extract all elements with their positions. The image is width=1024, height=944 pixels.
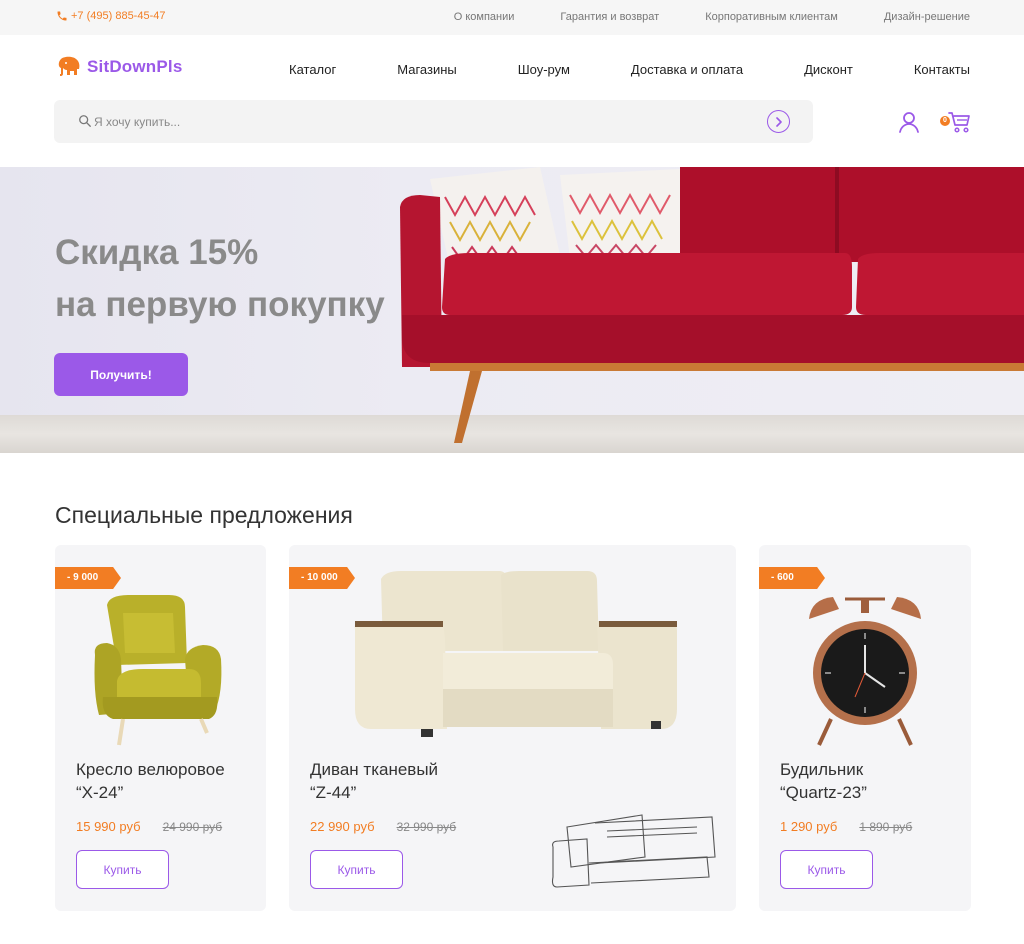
top-link-warranty[interactable]: Гарантия и возврат <box>560 11 659 23</box>
cart-button[interactable]: 0 <box>940 110 972 136</box>
top-link-design[interactable]: Дизайн-решение <box>884 11 970 23</box>
price-old: 32 990 руб <box>396 820 457 834</box>
search-bar <box>54 100 813 143</box>
price-current: 15 990 руб <box>76 819 141 834</box>
hero-title-line1: Скидка 15% <box>55 233 259 272</box>
product-card-alarm-clock[interactable]: - 600 Будильник “Quartz-23” 1 290 руб 1 … <box>759 545 971 911</box>
product-name: Диван тканевый “Z-44” <box>310 758 438 804</box>
price-current: 1 290 руб <box>780 819 838 834</box>
product-prices: 15 990 руб 24 990 руб <box>76 819 222 834</box>
hero-banner: Скидка 15% на первую покупку Получить! <box>0 167 1024 453</box>
product-card-sofa[interactable]: - 10 000 Диван тканевый “Z-44” 22 990 ру… <box>289 545 736 911</box>
phone-icon <box>57 11 67 21</box>
main-nav: Каталог Магазины Шоу-рум Доставка и опла… <box>289 62 970 77</box>
product-prices: 1 290 руб 1 890 руб <box>780 819 912 834</box>
product-name-line2: “Quartz-23” <box>780 783 867 802</box>
sofa-bed-scheme <box>551 814 716 888</box>
top-link-corporate[interactable]: Корпоративным клиентам <box>705 11 838 23</box>
product-name-line1: Диван тканевый <box>310 760 439 779</box>
product-name-line1: Кресло велюровое <box>76 760 225 779</box>
product-name-line2: “Z-44” <box>310 783 357 802</box>
cart-icon <box>948 112 970 133</box>
product-name: Будильник “Quartz-23” <box>780 758 867 804</box>
elephant-logo-icon <box>58 56 80 76</box>
logo-text: SitDownPls <box>87 57 183 76</box>
buy-button[interactable]: Купить <box>310 850 403 889</box>
pillow-middle <box>560 169 695 259</box>
nav-contacts[interactable]: Контакты <box>914 62 970 77</box>
nav-stores[interactable]: Магазины <box>397 62 457 77</box>
user-icon[interactable] <box>897 110 921 134</box>
phone-number: +7 (495) 885-45-47 <box>71 10 166 22</box>
product-card-armchair[interactable]: - 9 000 Кресло велюровое “X-24” 15 990 р… <box>55 545 266 911</box>
armchair-image <box>94 595 222 746</box>
red-sofa-illustration <box>400 167 1024 443</box>
search-icon <box>79 115 91 127</box>
nav-showroom[interactable]: Шоу-рум <box>518 62 570 77</box>
top-bar: +7 (495) 885-45-47 О компании Гарантия и… <box>0 0 1024 35</box>
top-link-about[interactable]: О компании <box>454 11 515 23</box>
sofa-image <box>354 571 677 737</box>
nav-discount[interactable]: Дисконт <box>804 62 853 77</box>
search-submit-button[interactable] <box>767 110 790 133</box>
search-input[interactable] <box>94 111 744 133</box>
nav-delivery[interactable]: Доставка и оплата <box>631 62 743 77</box>
nav-catalog[interactable]: Каталог <box>289 62 336 77</box>
discount-badge: - 600 <box>759 567 825 589</box>
price-old: 1 890 руб <box>859 820 913 834</box>
alarm-clock-image <box>809 597 921 746</box>
product-name-line1: Будильник <box>780 760 864 779</box>
discount-badge: - 10 000 <box>289 567 355 589</box>
buy-button[interactable]: Купить <box>76 850 169 889</box>
hero-title-line2: на первую покупку <box>55 285 385 324</box>
buy-button[interactable]: Купить <box>780 850 873 889</box>
specials-title: Специальные предложения <box>55 502 353 528</box>
arrow-right-icon <box>775 116 782 127</box>
discount-badge: - 9 000 <box>55 567 121 589</box>
phone-link[interactable]: +7 (495) 885-45-47 <box>56 10 165 22</box>
hero-title: Скидка 15% на первую покупку <box>55 227 385 331</box>
product-prices: 22 990 руб 32 990 руб <box>310 819 456 834</box>
pillow-left <box>430 167 560 267</box>
product-name-line2: “X-24” <box>76 783 124 802</box>
price-old: 24 990 руб <box>162 820 223 834</box>
site-logo[interactable]: SitDownPls <box>54 55 183 79</box>
get-discount-button[interactable]: Получить! <box>54 353 188 396</box>
price-current: 22 990 руб <box>310 819 375 834</box>
product-name: Кресло велюровое “X-24” <box>76 758 225 804</box>
